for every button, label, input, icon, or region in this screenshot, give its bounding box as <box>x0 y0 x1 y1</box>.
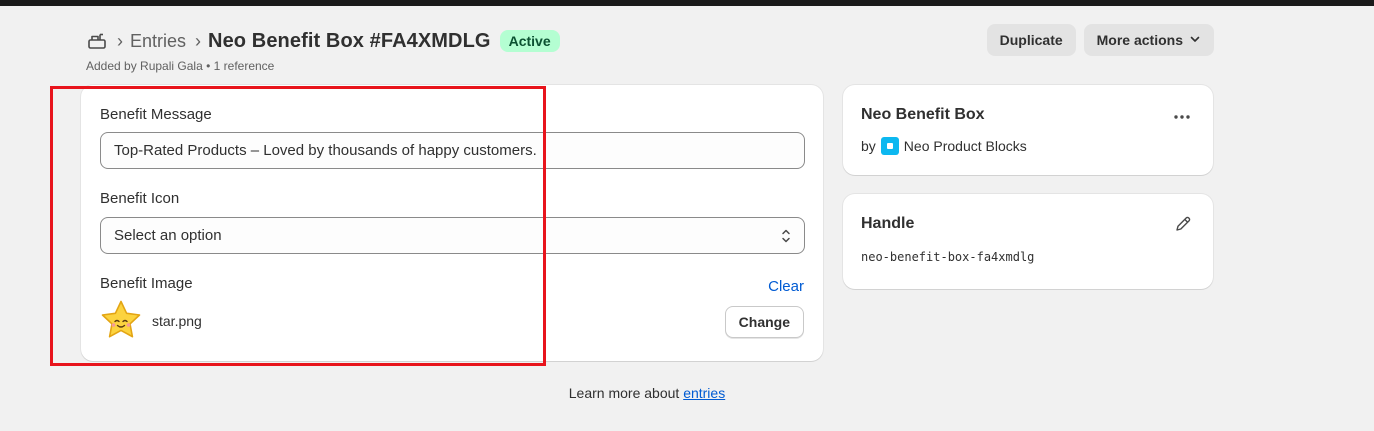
duplicate-button[interactable]: Duplicate <box>986 24 1076 56</box>
subtitle-separator: • <box>206 59 214 73</box>
breadcrumb-separator: › <box>195 30 202 51</box>
breadcrumb-entries-link[interactable]: Entries <box>130 31 186 52</box>
handle-value: neo-benefit-box-fa4xmdlg <box>861 250 1035 264</box>
handle-title: Handle <box>861 215 915 232</box>
references-text[interactable]: 1 reference <box>214 59 275 73</box>
definition-title: Neo Benefit Box <box>861 106 985 123</box>
image-thumbnail[interactable] <box>99 299 143 346</box>
benefit-message-label: Benefit Message <box>100 106 212 123</box>
star-icon <box>99 299 143 346</box>
entry-fields-card: Benefit Message Top-Rated Products – Lov… <box>81 85 823 361</box>
app-attribution: by Neo Product Blocks <box>861 137 1027 155</box>
handle-card: Handle neo-benefit-box-fa4xmdlg <box>843 194 1213 289</box>
chevron-down-icon <box>1189 32 1201 48</box>
more-actions-button[interactable]: More actions <box>1083 24 1214 56</box>
benefit-message-input[interactable]: Top-Rated Products – Loved by thousands … <box>100 132 805 169</box>
footer-text: Learn more about <box>568 385 680 401</box>
app-name: Neo Product Blocks <box>903 138 1027 154</box>
image-filename: star.png <box>152 313 202 329</box>
definition-card: Neo Benefit Box by Neo Product Blocks <box>843 85 1213 175</box>
breadcrumb-separator: › <box>117 30 123 51</box>
more-actions-label: More actions <box>1096 32 1183 48</box>
change-image-button[interactable]: Change <box>724 306 804 338</box>
page-title: Neo Benefit Box #FA4XMDLG <box>208 29 491 52</box>
benefit-image-label: Benefit Image <box>100 275 193 292</box>
by-text: by <box>861 138 876 154</box>
top-bar <box>0 0 1374 6</box>
change-button-label: Change <box>738 314 790 330</box>
header-actions: Duplicate More actions <box>986 24 1214 56</box>
status-badge: Active <box>499 30 560 52</box>
pencil-icon[interactable] <box>1174 215 1192 238</box>
app-logo-icon <box>880 137 899 155</box>
benefit-icon-selected-value: Select an option <box>114 227 222 244</box>
entries-help-link[interactable]: entries <box>683 385 725 401</box>
more-dots-icon[interactable] <box>1173 107 1191 125</box>
benefit-message-value: Top-Rated Products – Loved by thousands … <box>114 142 537 159</box>
benefit-icon-label: Benefit Icon <box>100 190 180 207</box>
clear-image-link[interactable]: Clear <box>768 278 804 295</box>
added-by-text: Added by Rupali Gala <box>86 59 203 73</box>
benefit-icon-select[interactable]: Select an option <box>100 217 805 254</box>
entries-icon[interactable] <box>86 30 108 52</box>
page-header: › Entries › Neo Benefit Box #FA4XMDLG Ac… <box>86 24 1214 76</box>
select-arrows-icon <box>780 227 792 249</box>
page-subtitle: Added by Rupali Gala • 1 reference <box>86 59 1214 73</box>
duplicate-button-label: Duplicate <box>999 32 1063 48</box>
footer-help: Learn more about entries <box>0 385 1294 401</box>
